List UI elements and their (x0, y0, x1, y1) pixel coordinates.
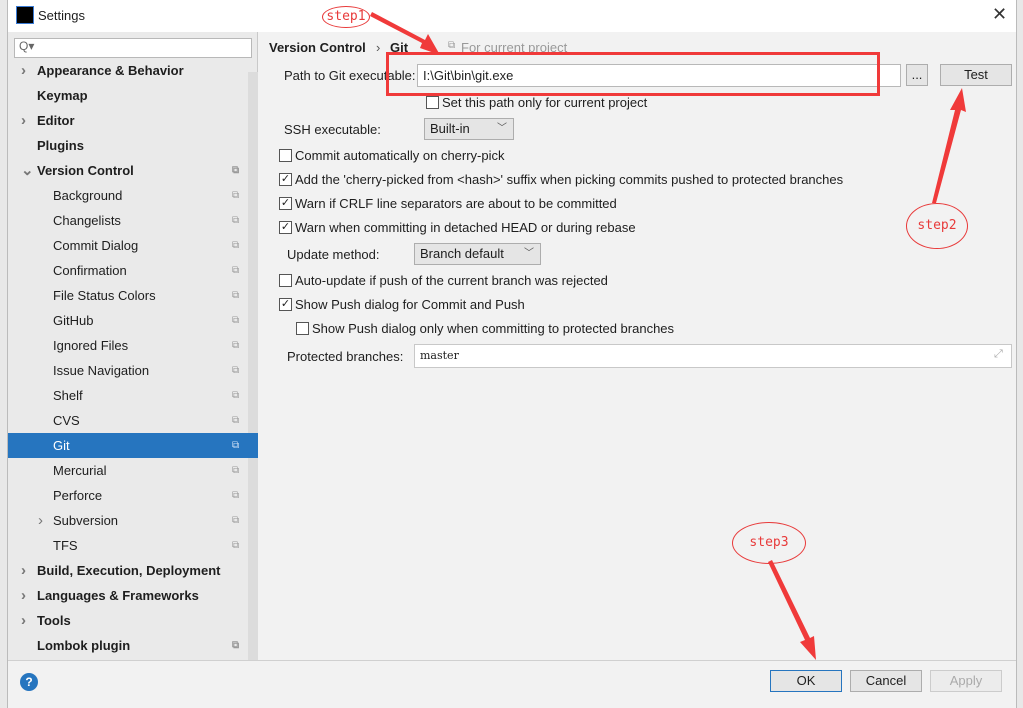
step1-arrow (370, 12, 440, 55)
step3-arrow (768, 560, 816, 660)
annotation-arrows (370, 12, 966, 660)
step2-arrow (932, 88, 966, 203)
